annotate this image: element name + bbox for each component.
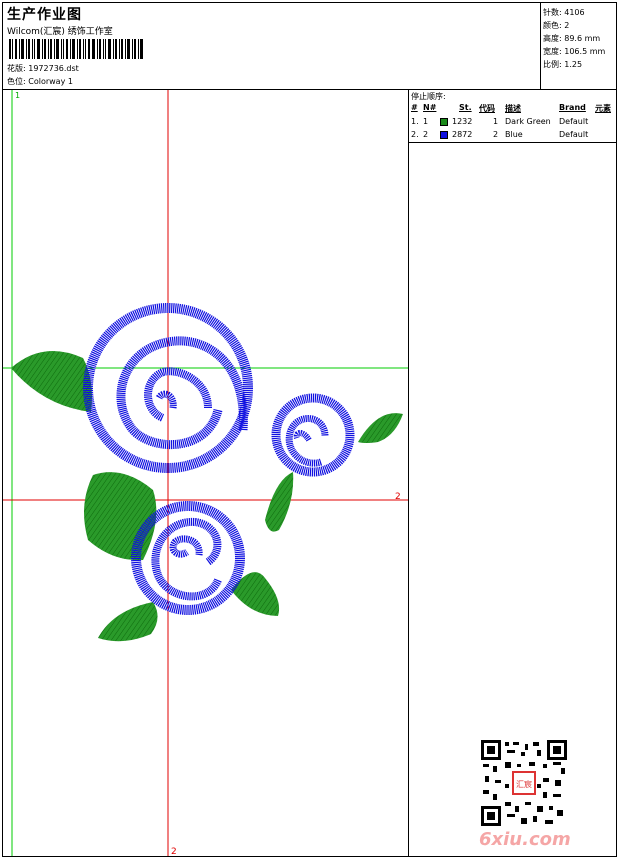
design-file-label: 花版: [7,64,26,73]
stitch-count: 针数: 4106 [543,8,585,17]
table-header: # N# St. 代码 描述 Brand 元素 [409,102,616,114]
table-bottom-rule [409,142,616,143]
table-row: 1. 1 1232 1 Dark Green Default [411,117,589,126]
header: 生产作业图 Wilcom(汇宸) 绣饰工作室 花版: 1972736.dst 色… [3,3,616,90]
production-sheet: 生产作业图 Wilcom(汇宸) 绣饰工作室 花版: 1972736.dst 色… [2,2,617,857]
color-swatch [440,131,448,139]
table-row: 2. 2 2872 2 Blue Default [411,130,589,139]
design-scale: 比例: 1.25 [543,60,583,69]
col-number: # [411,103,418,112]
red-horizontal-label: 2 [395,492,401,502]
col-element: 元素 [595,104,611,113]
design-width: 宽度: 106.5 mm [543,47,606,56]
col-stitches: St. [459,103,472,112]
design-file-name: 1972736.dst [28,64,79,73]
qr-code-image: 汇宸 [481,740,567,826]
red-vertical-label: 2 [171,847,177,856]
design-preview: 1 2 2 [3,90,409,856]
colorway-label: 色位: [7,77,26,86]
col-needle: N# [423,103,437,112]
stats-box: 针数: 4106 颜色: 2 高度: 89.6 mm 宽度: 106.5 mm … [540,3,617,89]
design-height: 高度: 89.6 mm [543,34,601,43]
colorway-line: 色位: Colorway 1 [7,76,73,87]
page-title: 生产作业图 [7,7,82,23]
leaf-right-small [358,413,403,443]
design-file-line: 花版: 1972736.dst [7,63,79,74]
col-code: 代码 [479,104,495,113]
leaf-right-lower [265,472,294,532]
leaf-middle-left [84,472,157,561]
roses [83,303,355,615]
stop-sequence-title: 停止顺序: [411,92,446,101]
seal-text: 汇宸 [516,779,532,789]
leaf-left [11,350,92,412]
leaf-bottom-left [98,602,158,642]
color-count: 颜色: 2 [543,21,570,30]
green-guide-label: 1 [15,91,20,100]
barcode-image [9,39,143,59]
colorway-value: Colorway 1 [28,77,73,86]
col-description: 描述 [505,104,521,113]
embroidery-drawing: 1 2 2 [3,90,408,856]
rose-small [271,393,355,477]
col-brand: Brand [559,103,586,112]
color-swatch [440,118,448,126]
site-logo: 6xiu.com [479,829,571,850]
studio-name: Wilcom(汇宸) 绣饰工作室 [7,27,113,37]
